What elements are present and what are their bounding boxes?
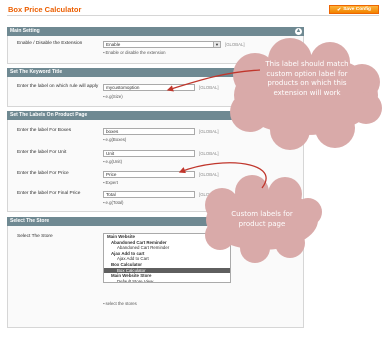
section-title: Set The Keyword Title (10, 69, 63, 75)
scope-badge: [GLOBAL] (199, 192, 219, 197)
scope-badge: [GLOBAL] (199, 85, 219, 90)
boxes-note-text: e.g(Boxes) (105, 137, 127, 142)
unit-note-text: e.g(Unit) (105, 159, 123, 164)
bullet-icon: ▪ (103, 301, 105, 306)
save-config-button[interactable]: ✔ Save Config (329, 5, 379, 14)
keyword-label: Enter the label on which rule will apply (17, 84, 99, 89)
price-input[interactable]: Price (103, 171, 195, 178)
enable-note-text: Enable or disable the extension (105, 50, 166, 55)
top-callout-line: extension will work (273, 88, 341, 97)
checkmark-icon: ✔ (337, 6, 342, 13)
section-title: Set The Labels On Product Page (10, 112, 88, 118)
enable-label: Enable / Disable the Extension (17, 41, 83, 46)
top-callout-line: This label should match (265, 60, 349, 68)
price-note: ▪Expert (103, 180, 118, 185)
bullet-icon: ▪ (103, 200, 105, 205)
chevron-down-icon: ▼ (213, 42, 220, 47)
unit-input[interactable]: Unit (103, 150, 195, 157)
collapse-icon[interactable]: ▲ (295, 28, 302, 35)
unit-label: Enter the label For Unit (17, 150, 67, 155)
top-callout-line: custom option label for (266, 69, 348, 78)
final-price-note: ▪e.g(Total) (103, 200, 123, 205)
keyword-note: ▪e.g(Size) (103, 94, 123, 99)
bullet-icon: ▪ (103, 94, 105, 99)
enable-select-value: Enable (106, 42, 121, 47)
section-header-labels[interactable]: Set The Labels On Product Page (7, 111, 304, 120)
bottom-callout-line: product page (238, 219, 286, 228)
enable-note: ▪Enable or disable the extension (103, 50, 166, 55)
section-title: Select The Store (10, 218, 50, 224)
price-note-text: Expert (105, 180, 118, 185)
scope-badge: [GLOBAL] (199, 151, 219, 156)
scope-badge: [GLOBAL] (199, 129, 219, 134)
page-title: Box Price Calculator (8, 5, 82, 14)
bullet-icon: ▪ (103, 137, 105, 142)
store-note-text: select the stores (105, 301, 137, 306)
store-label: Select The Store (17, 234, 53, 239)
top-callout-line: products on which this (267, 79, 347, 87)
keyword-note-text: e.g(Size) (105, 94, 123, 99)
unit-note: ▪e.g(Unit) (103, 159, 122, 164)
final-price-note-text: e.g(Total) (105, 200, 124, 205)
final-price-label: Enter the label For Final Price (17, 191, 81, 196)
boxes-input[interactable]: boxes (103, 128, 195, 135)
store-option[interactable]: Default Store View (104, 279, 230, 282)
boxes-note: ▪e.g(Boxes) (103, 137, 126, 142)
bullet-icon: ▪ (103, 50, 105, 55)
bottom-callout-text: Custom labels for product page (210, 210, 314, 229)
store-note: ▪select the stores (103, 301, 137, 306)
scope-badge: [GLOBAL] (199, 172, 219, 177)
bullet-icon: ▪ (103, 159, 105, 164)
save-config-label: Save Config (343, 7, 371, 12)
final-price-input[interactable]: Total (103, 191, 195, 198)
price-label: Enter the label For Price (17, 171, 69, 176)
title-divider (7, 15, 379, 16)
keyword-input[interactable]: mycustomoption (103, 84, 195, 91)
scope-badge: [GLOBAL] (225, 42, 245, 47)
bottom-callout-line: Custom labels for (231, 210, 293, 218)
boxes-label: Enter the label For Boxes (17, 128, 72, 133)
section-title: Main Setting (10, 28, 40, 34)
enable-select[interactable]: Enable ▼ (103, 41, 221, 48)
section-header-main-setting[interactable]: Main Setting ▲ (7, 27, 304, 36)
bullet-icon: ▪ (103, 180, 105, 185)
top-callout-text: This label should match custom option la… (244, 60, 370, 98)
store-multiselect[interactable]: Main Website Abandoned Cart Reminder Aband… (103, 233, 231, 283)
